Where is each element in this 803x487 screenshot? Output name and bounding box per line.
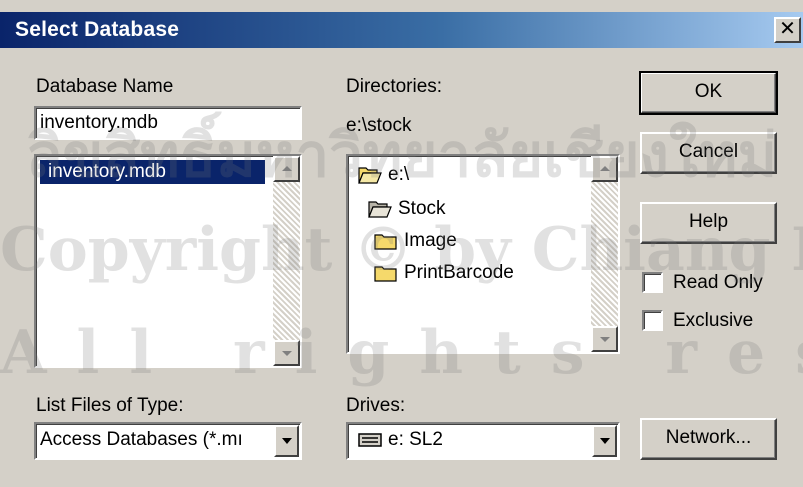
- tree-label-root: e:\: [388, 164, 410, 185]
- title-bar[interactable]: Select Database ✕: [0, 12, 803, 48]
- tree-item-root[interactable]: e:\: [358, 162, 409, 188]
- database-file-list[interactable]: inventory.mdb: [34, 154, 302, 368]
- drives-combo[interactable]: e: SL2: [346, 422, 620, 460]
- file-type-dropdown-button[interactable]: [274, 425, 299, 457]
- directories-label: Directories:: [346, 76, 443, 97]
- open-folder-icon: [368, 201, 392, 218]
- folder-icon: [374, 266, 397, 282]
- scroll-down-button[interactable]: [591, 326, 618, 352]
- ok-button[interactable]: OK: [639, 71, 778, 115]
- select-database-dialog: Select Database ✕ Database Name inventor…: [0, 0, 803, 487]
- help-button[interactable]: Help: [640, 202, 777, 244]
- dialog-title: Select Database: [15, 18, 180, 41]
- drives-dropdown-button[interactable]: [592, 425, 617, 457]
- tree-label-image: Image: [404, 230, 457, 251]
- folder-icon: [374, 234, 397, 250]
- directory-scrollbar[interactable]: [591, 156, 618, 352]
- file-type-value: Access Databases (*.mı: [40, 429, 243, 450]
- exclusive-checkbox-row[interactable]: Exclusive: [642, 310, 753, 332]
- drive-entry: e: SL2: [358, 429, 443, 451]
- drive-value: e: SL2: [388, 429, 443, 450]
- arrow-up-icon: [600, 166, 610, 171]
- scroll-up-button[interactable]: [591, 156, 618, 182]
- chevron-down-icon: [282, 438, 292, 444]
- directory-tree[interactable]: e:\ Stock Image PrintBarcode: [346, 154, 620, 354]
- cancel-button[interactable]: Cancel: [640, 132, 777, 174]
- close-button[interactable]: ✕: [774, 17, 801, 43]
- database-name-label: Database Name: [36, 76, 174, 97]
- file-type-label: List Files of Type:: [36, 395, 184, 416]
- tree-item-image[interactable]: Image: [374, 228, 457, 254]
- scroll-down-button[interactable]: [273, 340, 300, 366]
- read-only-checkbox-row[interactable]: Read Only: [642, 272, 763, 294]
- tree-label-printbarcode: PrintBarcode: [404, 262, 514, 283]
- chevron-down-icon: [600, 438, 610, 444]
- tree-item-stock[interactable]: Stock: [368, 196, 446, 222]
- tree-label-stock: Stock: [398, 198, 446, 219]
- drives-label: Drives:: [346, 395, 406, 416]
- list-item-selected[interactable]: inventory.mdb: [40, 160, 265, 184]
- current-path: e:\stock: [346, 115, 412, 136]
- exclusive-checkbox[interactable]: [642, 310, 663, 332]
- drive-icon: [358, 433, 382, 447]
- file-type-combo[interactable]: Access Databases (*.mı: [34, 422, 302, 460]
- tree-item-printbarcode[interactable]: PrintBarcode: [374, 260, 514, 286]
- network-button[interactable]: Network...: [640, 418, 777, 460]
- arrow-down-icon: [600, 337, 610, 342]
- exclusive-label: Exclusive: [673, 310, 754, 331]
- arrow-up-icon: [282, 166, 292, 171]
- scroll-up-button[interactable]: [273, 156, 300, 182]
- read-only-checkbox[interactable]: [642, 272, 663, 294]
- read-only-label: Read Only: [673, 272, 763, 293]
- database-name-input[interactable]: inventory.mdb: [34, 106, 302, 140]
- open-folder-icon: [358, 167, 382, 184]
- file-list-scrollbar[interactable]: [273, 156, 300, 366]
- close-icon: ✕: [779, 18, 796, 40]
- arrow-down-icon: [282, 351, 292, 356]
